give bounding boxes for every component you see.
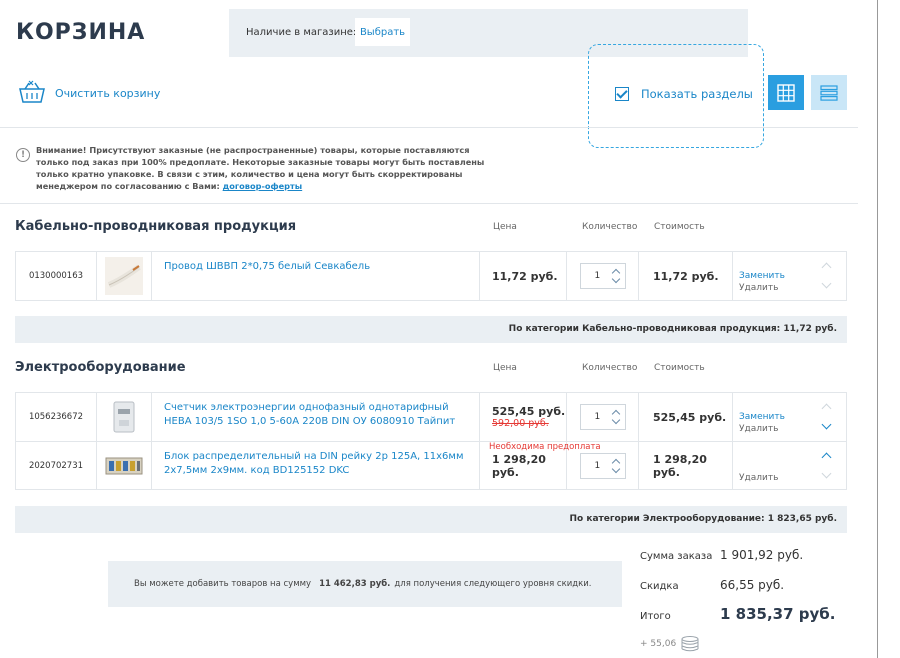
delete-link[interactable]: Удалить: [739, 424, 778, 434]
column-header-qty: Количество: [582, 222, 638, 232]
move-down-icon[interactable]: [821, 278, 832, 289]
column-header-cost: Стоимость: [654, 222, 705, 232]
product-name-link[interactable]: Блок распределительный на DIN рейку 2р 1…: [151, 442, 479, 489]
offer-contract-link[interactable]: договор-оферты: [223, 181, 303, 191]
row-actions: Удалить: [732, 442, 847, 489]
list-view-button[interactable]: [811, 75, 847, 110]
table-row: 0130000163 Провод ШВВП 2*0,75 белый Севк…: [16, 252, 846, 300]
quantity-value[interactable]: 1: [595, 412, 601, 422]
bonus-points: + 55,06: [640, 635, 700, 653]
list-icon: [820, 84, 838, 101]
meter-image-icon: [113, 401, 135, 433]
section-title: Электрооборудование: [15, 360, 186, 375]
product-code: 1056236672: [28, 412, 84, 422]
price-value: 1 298,20 руб.: [492, 452, 546, 479]
column-header-price: Цена: [493, 363, 517, 373]
product-code: 0130000163: [28, 271, 84, 281]
grid-view-button[interactable]: [768, 75, 804, 110]
row-actions: Заменить Удалить: [732, 393, 847, 441]
order-sum-label: Сумма заказа: [640, 551, 713, 562]
price-value: 11,72 руб.: [492, 269, 558, 283]
terminal-block-image-icon: [105, 457, 143, 474]
old-price: 592,00 руб.: [492, 418, 549, 429]
quantity-stepper[interactable]: 1: [579, 452, 626, 479]
move-down-icon[interactable]: [821, 419, 832, 430]
move-up-icon[interactable]: [821, 403, 832, 414]
replace-link[interactable]: Заменить: [739, 412, 785, 422]
grid-icon: [777, 83, 795, 102]
show-sections-checkbox[interactable]: [615, 87, 629, 101]
basket-clear-icon: [19, 80, 45, 103]
move-up-icon[interactable]: [821, 452, 832, 463]
discount-suffix: для получения следующего уровня скидки.: [394, 579, 592, 589]
move-down-icon[interactable]: [821, 468, 832, 479]
row-actions: Заменить Удалить: [732, 252, 847, 300]
product-name-link[interactable]: Счетчик электроэнергии однофазный однота…: [151, 393, 479, 441]
clear-cart-button[interactable]: Очистить корзину: [18, 80, 160, 106]
product-thumbnail[interactable]: [96, 393, 151, 441]
cart-page: КОРЗИНА Наличие в магазине: Выбрать Очис…: [0, 0, 878, 658]
product-table: 0130000163 Провод ШВВП 2*0,75 белый Севк…: [15, 251, 847, 301]
product-cost: 1 298,20 руб.: [638, 442, 732, 489]
move-up-icon[interactable]: [821, 262, 832, 273]
column-header-price: Цена: [493, 222, 517, 232]
price-value: 525,45 руб.: [492, 405, 566, 418]
divider: [0, 203, 858, 204]
discount-prefix: Вы можете добавить товаров на сумму: [134, 579, 312, 589]
table-row: 1056236672 Счетчик электроэнергии однофа…: [16, 393, 846, 441]
category-subtotal: По категории Электрооборудование: 1 823,…: [15, 506, 847, 533]
page-title: КОРЗИНА: [16, 20, 146, 45]
coins-icon: [681, 636, 699, 652]
clear-cart-label: Очистить корзину: [55, 86, 161, 100]
column-header-qty: Количество: [582, 363, 638, 373]
prepayment-warning: ! Внимание! Присутствуют заказные (не ра…: [16, 144, 496, 192]
table-row: 2020702731 Блок распределительный на DIN…: [16, 441, 846, 489]
quantity-cell: 1: [566, 393, 638, 441]
delete-link[interactable]: Удалить: [739, 283, 778, 293]
product-thumbnail[interactable]: [96, 252, 151, 300]
quantity-stepper[interactable]: 1: [579, 404, 626, 430]
divider: [0, 127, 858, 128]
column-header-cost: Стоимость: [654, 363, 705, 373]
quantity-value[interactable]: 1: [595, 271, 601, 281]
discount-label: Скидка: [640, 581, 679, 592]
show-sections-label: Показать разделы: [641, 87, 753, 101]
store-availability-label: Наличие в магазине:: [246, 27, 357, 38]
product-name-link[interactable]: Провод ШВВП 2*0,75 белый Севкабель: [151, 252, 479, 300]
quantity-decrease-icon[interactable]: [611, 464, 620, 473]
replace-link[interactable]: Заменить: [739, 271, 785, 281]
product-price: 525,45 руб. 592,00 руб.: [479, 393, 566, 441]
discount-amount: 11 462,83 руб.: [319, 579, 391, 589]
product-code: 2020702731: [28, 460, 84, 471]
warning-text: Внимание! Присутствуют заказные (не расп…: [36, 144, 496, 192]
quantity-decrease-icon[interactable]: [611, 415, 620, 425]
wire-image-icon: [105, 257, 143, 295]
order-sum-value: 1 901,92 руб.: [720, 548, 804, 562]
discount-hint: Вы можете добавить товаров на сумму 11 4…: [108, 561, 622, 607]
info-icon: !: [16, 148, 30, 162]
quantity-decrease-icon[interactable]: [611, 274, 620, 284]
product-cost: 525,45 руб.: [638, 393, 732, 441]
quantity-stepper[interactable]: 1: [579, 263, 626, 289]
discount-value: 66,55 руб.: [720, 578, 785, 592]
select-store-button[interactable]: Выбрать: [355, 18, 410, 46]
delete-link[interactable]: Удалить: [739, 473, 778, 483]
product-table: 1056236672 Счетчик электроэнергии однофа…: [15, 392, 847, 490]
quantity-cell: 1: [566, 252, 638, 300]
total-label: Итого: [640, 611, 671, 622]
product-price: 11,72 руб.: [479, 252, 566, 300]
section-title: Кабельно-проводниковая продукция: [15, 219, 297, 234]
prepayment-required-note: Необходима предоплата: [489, 442, 601, 452]
bonus-value: + 55,06: [640, 639, 677, 649]
product-cost: 11,72 руб.: [638, 252, 732, 300]
quantity-value[interactable]: 1: [595, 461, 601, 471]
show-sections-toggle[interactable]: Показать разделы: [588, 44, 764, 148]
product-thumbnail[interactable]: [96, 442, 151, 489]
category-subtotal: По категории Кабельно-проводниковая прод…: [15, 316, 847, 343]
total-value: 1 835,37 руб.: [720, 605, 836, 623]
